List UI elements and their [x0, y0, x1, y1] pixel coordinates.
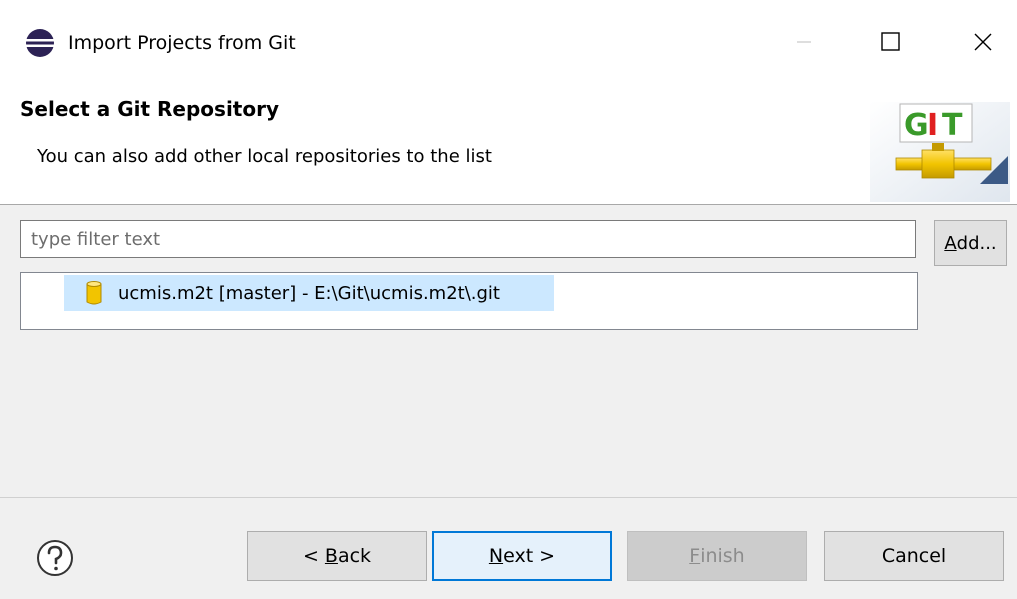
title-bar: Import Projects from Git — [0, 0, 1017, 82]
back-button-prefix: < — [302, 545, 325, 567]
minimize-button[interactable] — [773, 14, 835, 70]
finish-button-label: inish — [700, 545, 745, 567]
add-button-label: dd... — [956, 232, 997, 254]
svg-text:T: T — [942, 108, 963, 143]
next-button-label: ext > — [503, 545, 556, 567]
repository-icon — [86, 281, 102, 305]
svg-text:G: G — [904, 108, 929, 143]
maximize-button[interactable] — [860, 14, 922, 70]
finish-button-accel: F — [689, 545, 701, 567]
wizard-header: Select a Git Repository You can also add… — [0, 82, 1017, 205]
back-button-label: ack — [337, 545, 372, 567]
add-button-accel: A — [944, 232, 957, 254]
next-button-accel: N — [488, 545, 504, 567]
back-button[interactable]: < Back — [247, 531, 427, 581]
svg-text:I: I — [927, 108, 938, 143]
cancel-button-label: Cancel — [881, 545, 947, 567]
minimize-icon — [797, 41, 811, 43]
close-icon — [974, 33, 992, 51]
repository-list[interactable]: ucmis.m2t [master] - E:\Git\ucmis.m2t\.g… — [20, 272, 918, 330]
window-title: Import Projects from Git — [68, 32, 296, 54]
eclipse-icon — [26, 29, 54, 57]
page-description: You can also add other local repositorie… — [37, 146, 492, 167]
next-button[interactable]: Next > — [432, 531, 612, 581]
footer-divider — [0, 497, 1017, 498]
help-icon[interactable] — [35, 538, 75, 578]
close-button[interactable] — [952, 14, 1014, 70]
finish-button[interactable]: Finish — [627, 531, 807, 581]
repository-label: ucmis.m2t [master] - E:\Git\ucmis.m2t\.g… — [118, 282, 500, 304]
back-button-accel: B — [324, 545, 338, 567]
page-title: Select a Git Repository — [20, 97, 280, 121]
add-button[interactable]: Add... — [934, 220, 1007, 266]
git-logo-icon: G I T — [870, 102, 1010, 202]
cancel-button[interactable]: Cancel — [824, 531, 1004, 581]
maximize-icon — [881, 32, 900, 51]
list-item-repository[interactable]: ucmis.m2t [master] - E:\Git\ucmis.m2t\.g… — [64, 275, 554, 311]
filter-input[interactable] — [20, 220, 916, 258]
